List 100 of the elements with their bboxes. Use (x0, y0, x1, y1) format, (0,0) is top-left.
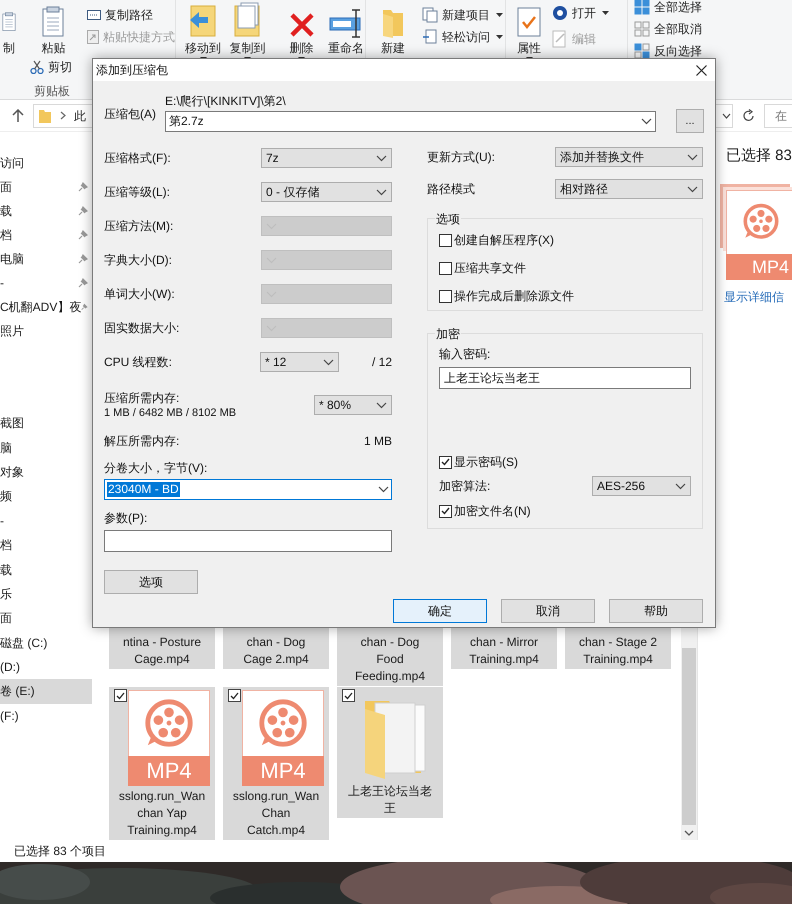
dialog-button[interactable]: 取消 (501, 599, 595, 623)
checkbox[interactable] (228, 689, 241, 702)
ribbon-button[interactable]: 反向选择 (634, 40, 702, 62)
nav-item[interactable]: 乐 (0, 582, 92, 606)
checkbox[interactable] (439, 504, 452, 518)
file-name: 上老王论坛当老王 (347, 783, 433, 817)
nav-item[interactable]: 脑 (0, 435, 92, 460)
dialog-button[interactable]: 帮助 (609, 599, 703, 623)
chevron-down-icon (323, 358, 334, 366)
details-link[interactable]: 显示详细信 (724, 288, 792, 306)
ribbon-button[interactable]: 重命名 (326, 0, 365, 56)
chevron-down-icon (687, 154, 698, 160)
ribbon-button[interactable]: 属性 (514, 0, 544, 61)
checkbox[interactable] (114, 689, 127, 702)
nav-item[interactable]: (D:) (0, 654, 92, 680)
chevron-down-icon (376, 402, 387, 408)
nav-item[interactable]: 档 (0, 532, 92, 558)
checkbox-label[interactable]: 操作完成后删除源文件 (454, 287, 574, 305)
field-label: 参数(P): (104, 510, 148, 527)
ribbon-button[interactable]: 打开 (552, 2, 609, 24)
nav-item[interactable]: 载 (0, 557, 92, 582)
volume-size-field[interactable]: 23040M - BD (104, 479, 392, 500)
file-tile[interactable]: MP4 sslong.run_Wan chan Yap Training.mp4 (109, 687, 215, 840)
checkbox[interactable] (439, 456, 452, 468)
checkbox[interactable] (439, 234, 452, 246)
ribbon-button[interactable]: 新建项目 (422, 4, 503, 26)
refresh-icon[interactable] (743, 109, 755, 122)
scrollbar-thumb[interactable] (682, 648, 696, 825)
checkbox[interactable] (342, 689, 355, 702)
nav-item[interactable]: 对象 (0, 460, 92, 484)
dropdown[interactable]: 相对路径 (555, 179, 703, 199)
nav-item[interactable]: - (0, 274, 4, 292)
check-icon (441, 458, 450, 466)
nav-item[interactable]: 档 (0, 226, 12, 244)
dropdown[interactable]: 添加并替换文件 (555, 147, 703, 167)
nav-item[interactable]: 频 (0, 484, 92, 509)
shortcut-icon (87, 30, 99, 44)
nav-item[interactable]: 磁盘 (C:) (0, 630, 92, 655)
search-field[interactable]: 在 (764, 104, 792, 128)
thread-count: / 12 (372, 354, 392, 371)
archive-name-field[interactable]: 第2.7z (165, 110, 656, 132)
checkbox[interactable] (439, 262, 452, 274)
archive-folder-path: E:\爬行\[KINKITV]\第2\ (165, 94, 287, 109)
browse-button[interactable]: ... (676, 109, 704, 133)
ribbon-button[interactable]: 粘贴 (30, 0, 77, 56)
selected-text: 23040M - BD (107, 482, 180, 497)
file-tile[interactable]: MP4 sslong.run_Wan Chan Catch.mp4 (223, 687, 329, 840)
options-button[interactable]: 选项 (104, 570, 198, 594)
chevron-down-icon (675, 482, 686, 490)
nav-item[interactable]: 载 (0, 202, 12, 220)
dropdown[interactable]: * 12 (260, 352, 339, 372)
checkbox[interactable] (439, 290, 452, 302)
nav-item[interactable]: 面 (0, 178, 12, 196)
password-field[interactable]: 上老王论坛当老王 (439, 367, 691, 389)
pin-icon (78, 230, 88, 240)
group-title: 选项 (435, 210, 461, 228)
dialog-button[interactable]: 确定 (393, 599, 487, 623)
nav-item[interactable]: 访问 (0, 154, 24, 172)
close-icon[interactable] (696, 64, 707, 76)
up-arrow-icon[interactable] (12, 108, 24, 122)
ribbon-button[interactable]: 新建 (378, 0, 408, 56)
ribbon-button[interactable]: 制 (0, 0, 18, 56)
file-name: sslong.run_Wan chan Yap Training.mp4 (118, 788, 206, 839)
parameters-field[interactable] (104, 530, 392, 552)
ribbon-button[interactable]: 轻松访问 (422, 26, 503, 48)
nav-item[interactable]: - (0, 508, 92, 533)
ribbon-button[interactable]: 删除 (282, 0, 321, 61)
file-name: chan - Stage 2 Training.mp4 (578, 634, 658, 668)
nav-item[interactable]: 截图 (0, 411, 92, 436)
field-label: 加密算法: (439, 478, 490, 495)
nav-item[interactable]: 照片 (0, 322, 24, 340)
properties-icon (516, 6, 542, 38)
caret-icon (496, 13, 503, 17)
checkbox-label[interactable]: 创建自解压程序(X) (454, 231, 554, 249)
check-icon (441, 507, 450, 515)
dropdown[interactable]: AES-256 (592, 476, 691, 496)
nav-item[interactable]: 电脑 (0, 250, 24, 268)
breadcrumb[interactable]: 此 (74, 106, 86, 124)
dropdown[interactable]: * 80% (314, 395, 392, 415)
ribbon-button[interactable]: 全部选择 (634, 0, 702, 18)
nav-item[interactable]: (F:) (0, 704, 92, 728)
ribbon-button[interactable]: 复制路径 (87, 4, 175, 26)
pin-icon (78, 278, 88, 288)
ribbon-button[interactable]: 全部取消 (634, 18, 702, 40)
checkbox-label[interactable]: 压缩共享文件 (454, 259, 526, 277)
file-name: sslong.run_Wan Chan Catch.mp4 (232, 788, 320, 839)
field-label: CPU 线程数: (104, 354, 174, 371)
nav-item[interactable]: 面 (0, 606, 92, 631)
file-tile[interactable]: 上老王论坛当老王 (337, 687, 443, 818)
chevron-down-icon[interactable] (722, 112, 731, 118)
checkbox-label[interactable]: 加密文件名(N) (454, 502, 531, 520)
chevron-down-icon (687, 186, 698, 192)
dropdown[interactable]: 0 - 仅存储 (261, 182, 392, 202)
nav-item[interactable]: 卷 (E:) (0, 679, 92, 704)
pin-icon (78, 254, 88, 264)
dropdown[interactable]: 7z (261, 148, 392, 168)
ribbon-button[interactable]: 移动到 (184, 0, 222, 61)
checkbox-label[interactable]: 显示密码(S) (454, 453, 518, 471)
nav-item[interactable]: C机翻ADV】夜 (0, 298, 82, 316)
ribbon-button[interactable]: 复制到 (228, 0, 266, 61)
